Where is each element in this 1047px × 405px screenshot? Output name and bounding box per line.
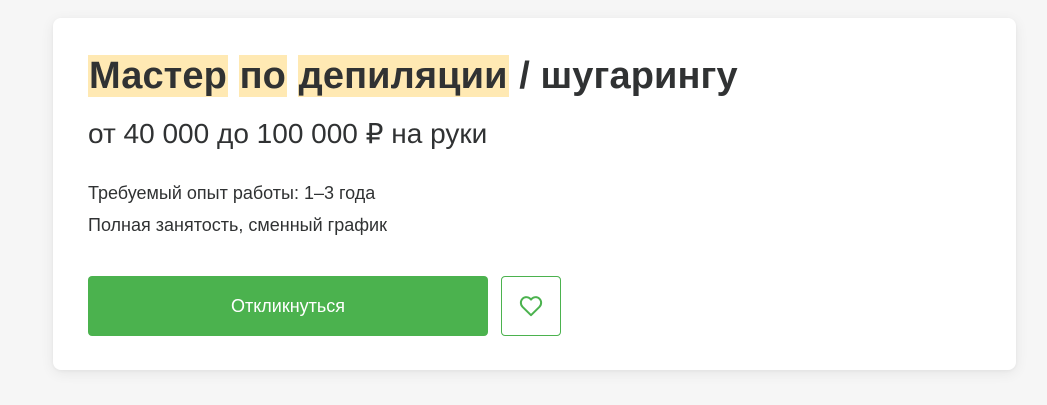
favorite-button[interactable]: [501, 276, 561, 336]
title-highlight-word: депиляции: [297, 55, 509, 97]
title-highlight-word: Мастер: [88, 55, 228, 97]
title-highlight-word: по: [238, 55, 287, 97]
vacancy-title[interactable]: Мастер по депиляции / шугарингу: [88, 52, 738, 100]
employment-type: Полная занятость, сменный график: [88, 215, 387, 235]
vacancy-card: Мастер по депиляции / шугарингу от 40 00…: [53, 18, 1016, 370]
salary: от 40 000 до 100 000 ₽ на руки: [88, 118, 488, 149]
heart-icon: [519, 296, 543, 317]
experience-requirement: Требуемый опыт работы: 1–3 года: [88, 183, 376, 203]
title-rest: / шугарингу: [519, 55, 738, 97]
apply-button[interactable]: Откликнуться: [88, 276, 488, 336]
